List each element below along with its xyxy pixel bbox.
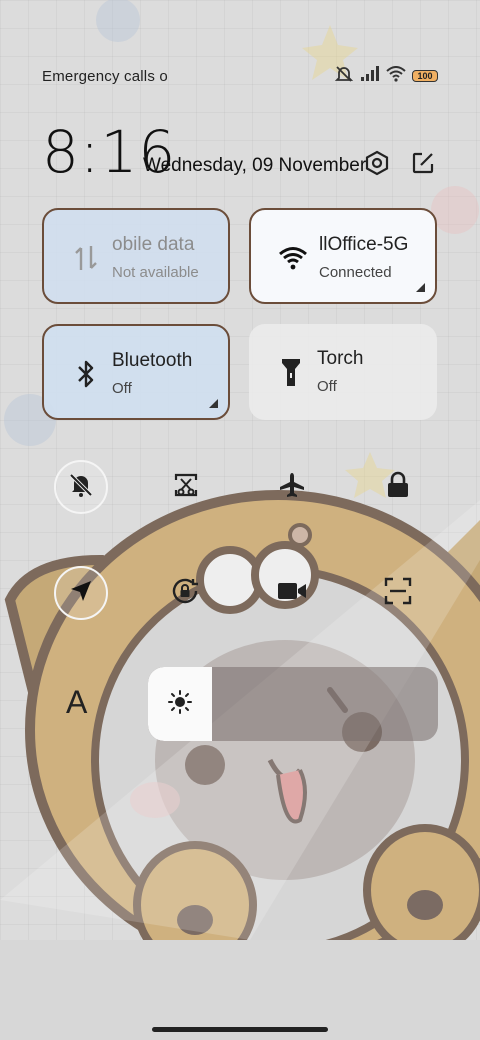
wifi-status: Connected [319,264,392,281]
lock-toggle[interactable] [371,460,425,514]
bluetooth-title: Bluetooth [112,350,193,371]
lock-icon [386,471,410,504]
mobile-data-status: Not available [112,264,199,281]
edit-icon [411,151,435,180]
bottom-area [0,940,480,1040]
font-size-button[interactable]: A [66,684,87,721]
torch-icon [275,356,307,388]
status-icons: 100 [334,64,438,89]
home-indicator[interactable] [152,1027,328,1032]
torch-title: Torch [317,348,364,369]
location-icon [69,579,93,608]
wifi-network-name: llOffice-5G [319,234,409,255]
screenshot-icon [173,472,199,503]
screen-record-icon [277,580,307,607]
sun-icon [167,689,193,720]
airplane-icon [278,471,306,504]
mobile-data-title: obile data [112,234,195,255]
location-toggle[interactable] [54,566,108,620]
brightness-slider[interactable] [148,667,438,741]
bluetooth-status: Off [112,380,132,397]
wifi-icon [277,242,309,274]
scanner-icon [384,577,412,610]
expand-corner-icon[interactable] [416,283,425,292]
torch-status: Off [317,378,337,395]
expand-corner-icon[interactable] [209,399,218,408]
screenshot-toggle[interactable] [159,460,213,514]
wifi-icon [386,65,406,87]
mobile-data-icon [70,242,102,274]
silent-icon [68,472,94,503]
date: Wednesday, 09 November [143,155,367,176]
settings-icon [364,150,390,181]
bluetooth-icon [70,358,102,390]
bluetooth-tile[interactable]: Bluetooth Off [42,324,230,420]
scanner-toggle[interactable] [371,566,425,620]
rotation-lock-toggle[interactable] [159,566,213,620]
wifi-tile[interactable]: llOffice-5G Connected [249,208,437,304]
mute-icon [334,64,354,89]
status-bar: Emergency calls o 100 [42,64,438,88]
carrier-text: Emergency calls o [42,67,168,85]
mobile-data-tile[interactable]: obile data Not available [42,208,230,304]
brightness-fill [148,667,212,741]
torch-tile[interactable]: Torch Off [249,324,437,420]
screen-recorder-toggle[interactable] [265,566,319,620]
airplane-toggle[interactable] [265,460,319,514]
silent-toggle[interactable] [54,460,108,514]
edit-button[interactable] [408,150,438,180]
signal-icon [360,65,380,87]
battery-icon: 100 [412,70,438,82]
rotation-lock-icon [171,577,201,610]
settings-button[interactable] [362,150,392,180]
